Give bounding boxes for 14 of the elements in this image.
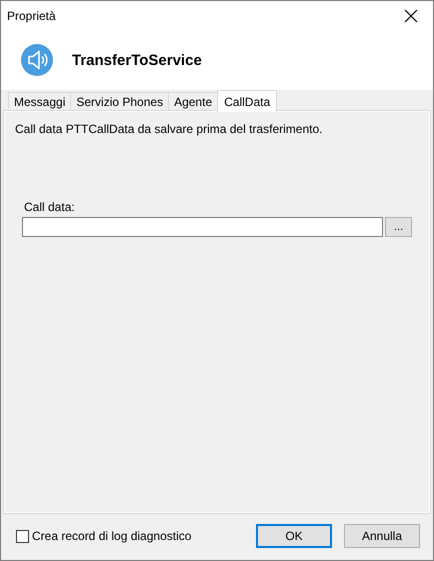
speaker-icon — [21, 44, 53, 76]
tab[interactable]: CallData — [217, 90, 278, 112]
call-data-field[interactable] — [22, 217, 384, 237]
dialog-button[interactable]: OK — [256, 524, 332, 548]
dialog-button[interactable]: Annulla — [344, 524, 420, 548]
browse-button[interactable]: ... — [385, 217, 412, 237]
window-title: Proprietà — [7, 8, 56, 22]
header-title: TransferToService — [72, 52, 202, 68]
description-text: Call data PTTCallData da salvare prima del trasferimento. — [15, 122, 324, 136]
field-label: Call data: — [24, 200, 76, 214]
checkbox-label[interactable]: Crea record di log diagnostico — [32, 529, 192, 543]
checkbox[interactable] — [16, 530, 29, 542]
tab[interactable]: Agente — [168, 92, 218, 111]
tab[interactable]: Messaggi — [8, 92, 72, 111]
